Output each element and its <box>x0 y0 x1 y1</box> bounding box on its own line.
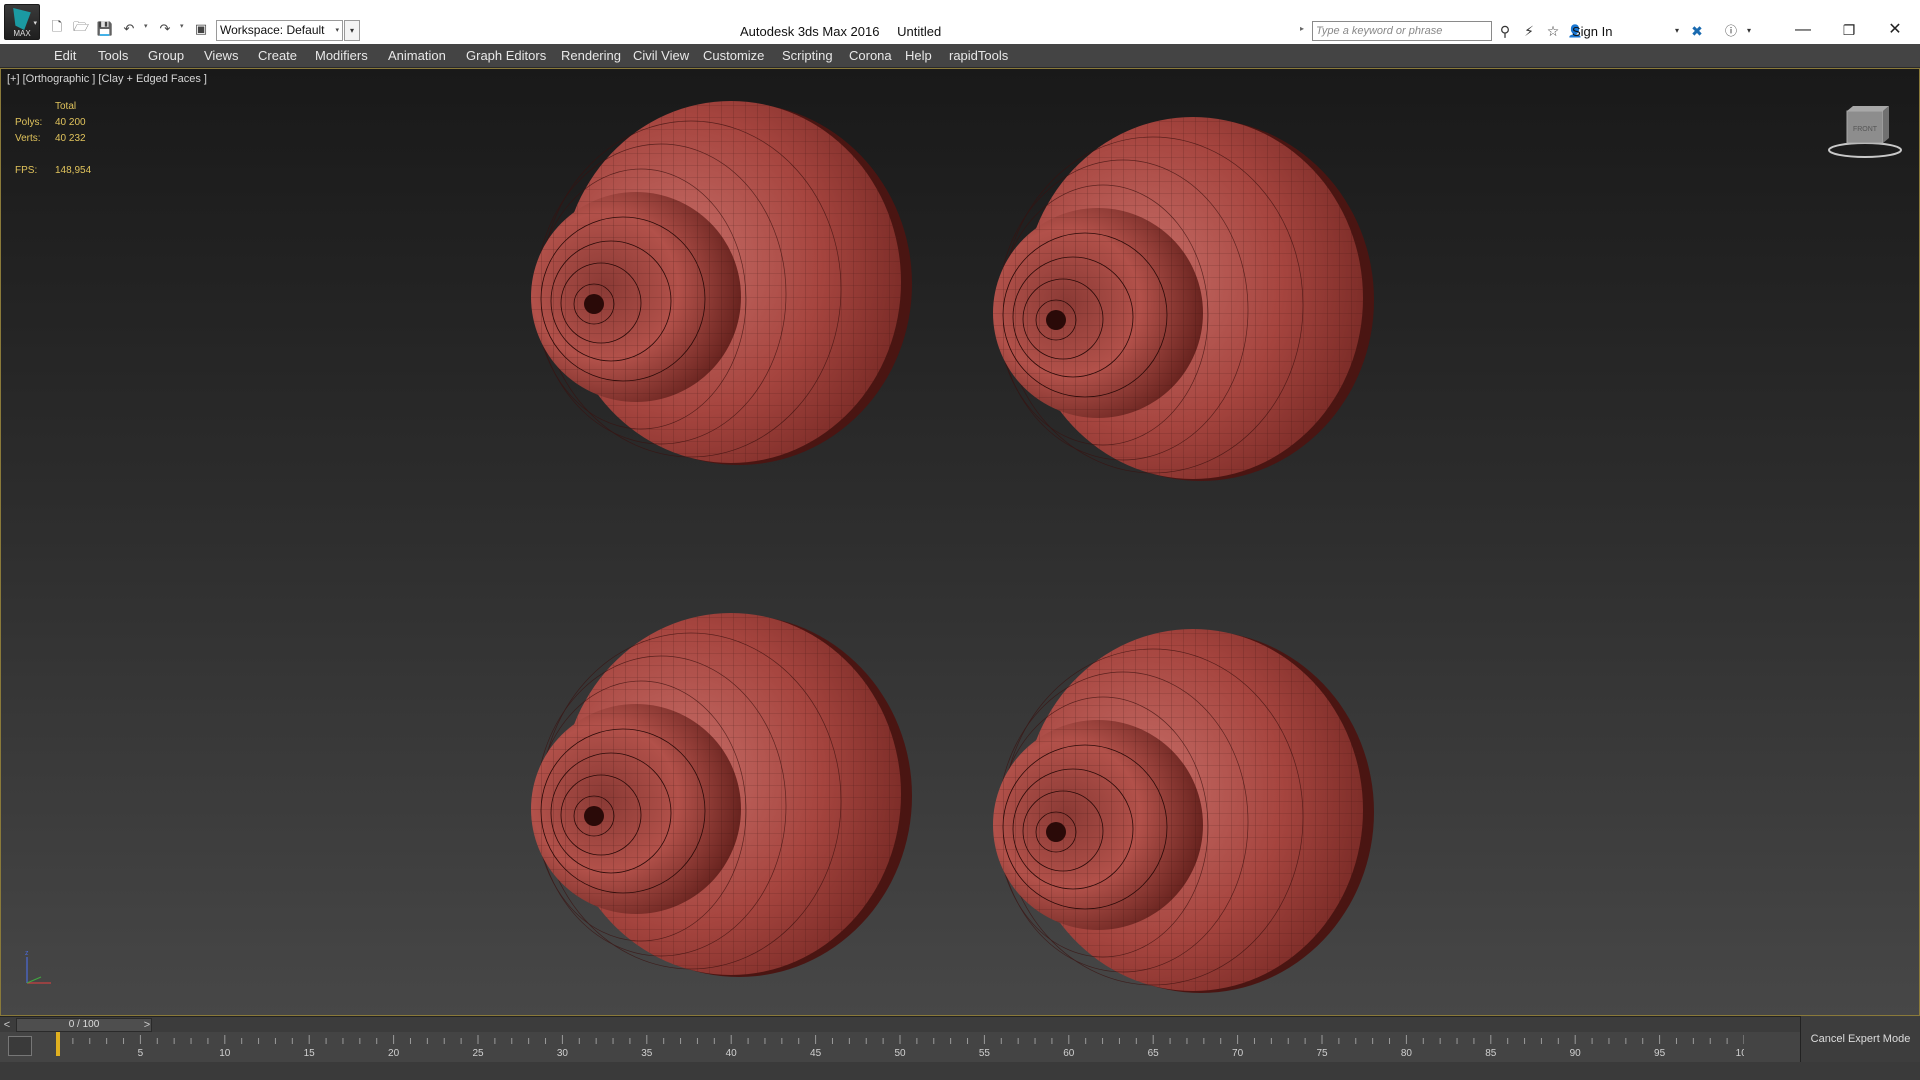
ruler-label: 95 <box>1654 1048 1666 1059</box>
next-frame-button[interactable]: > <box>140 1017 154 1033</box>
menu-rapidtools[interactable]: rapidTools <box>949 48 1008 63</box>
verts-value: 40 232 <box>55 133 86 144</box>
menu-help[interactable]: Help <box>905 48 932 63</box>
ruler-label: 70 <box>1232 1048 1244 1059</box>
chevron-down-icon: ▾ <box>335 27 339 34</box>
app-name: Autodesk 3ds Max 2016 <box>740 24 880 39</box>
new-file-icon[interactable]: 🗋 <box>48 19 66 38</box>
ruler-label: 25 <box>472 1048 484 1059</box>
ruler-label: 5 <box>138 1048 144 1059</box>
menu-bar: Edit Tools Group Views Create Modifiers … <box>0 44 1920 68</box>
track-bar[interactable]: 0510152025303540455055606570758085909510… <box>0 1032 1800 1062</box>
menu-views[interactable]: Views <box>204 48 238 63</box>
redo-icon[interactable]: ↷ <box>156 20 174 38</box>
binoculars-icon[interactable]: ⚲ <box>1496 22 1514 40</box>
document-name: Untitled <box>897 24 942 39</box>
current-frame-marker[interactable] <box>56 1032 60 1056</box>
ruler-label: 30 <box>557 1048 569 1059</box>
search-input[interactable]: Type a keyword or phrase <box>1312 21 1492 41</box>
verts-label: Verts: <box>15 133 41 144</box>
application-menu-button[interactable]: MAX ▾ <box>4 4 40 40</box>
ruler-label: 45 <box>810 1048 822 1059</box>
status-strip <box>0 1062 1920 1080</box>
menu-rendering[interactable]: Rendering <box>561 48 621 63</box>
ruler-label: 65 <box>1148 1048 1160 1059</box>
star-icon[interactable]: ☆ <box>1544 22 1562 40</box>
menu-corona[interactable]: Corona <box>849 48 892 63</box>
ruler-label: 50 <box>894 1048 906 1059</box>
mini-curve-editor-icon[interactable] <box>8 1036 32 1056</box>
knob-object-3[interactable] <box>531 613 912 977</box>
minimize-button[interactable]: — <box>1788 18 1818 42</box>
undo-dropdown-icon[interactable]: ▾ <box>144 22 148 30</box>
window-title: Autodesk 3ds Max 2016 Untitled <box>740 24 955 39</box>
ruler-label: 40 <box>726 1048 738 1059</box>
polys-label: Polys: <box>15 117 43 128</box>
menu-scripting[interactable]: Scripting <box>782 48 833 63</box>
max-logo-icon <box>13 8 31 30</box>
menu-modifiers[interactable]: Modifiers <box>315 48 368 63</box>
ruler-label: 85 <box>1485 1048 1497 1059</box>
ruler-label: 35 <box>641 1048 653 1059</box>
ruler-label: 20 <box>388 1048 400 1059</box>
chevron-down-icon: ▾ <box>33 20 37 27</box>
close-button[interactable]: ✕ <box>1880 18 1910 42</box>
menu-group[interactable]: Group <box>148 48 184 63</box>
title-bar: MAX ▾ 🗋 🗁 💾 ↶ ▾ ↷ ▾ ▣ Workspace: Default… <box>0 0 1920 44</box>
menu-tools[interactable]: Tools <box>98 48 128 63</box>
menu-graph-editors[interactable]: Graph Editors <box>466 48 546 63</box>
ruler-label: 75 <box>1316 1048 1328 1059</box>
knob-object-2[interactable] <box>993 117 1374 481</box>
scene-objects[interactable] <box>1 69 1920 1017</box>
stats-header: Total <box>55 101 77 112</box>
help-icon[interactable]: ⓘ <box>1722 22 1740 40</box>
menu-create[interactable]: Create <box>258 48 297 63</box>
fps-value: 148,954 <box>55 165 92 176</box>
knob-object-4[interactable] <box>993 629 1374 993</box>
ruler-label: 100 <box>1736 1048 1744 1059</box>
chevron-down-icon[interactable]: ▾ <box>1668 22 1686 40</box>
help-dropdown-icon[interactable]: ▾ <box>1740 22 1758 40</box>
undo-icon[interactable]: ↶ <box>120 20 138 38</box>
search-expand-icon[interactable]: ▸ <box>1300 24 1304 33</box>
logo-text: MAX <box>13 29 31 38</box>
previous-frame-button[interactable]: < <box>0 1017 14 1033</box>
menu-civil-view[interactable]: Civil View <box>633 48 689 63</box>
time-slider[interactable]: < 0 / 100 > <box>0 1016 1800 1032</box>
menu-edit[interactable]: Edit <box>54 48 76 63</box>
workspace-label: Workspace: Default <box>220 23 325 37</box>
ruler-label: 60 <box>1063 1048 1075 1059</box>
menu-customize[interactable]: Customize <box>703 48 764 63</box>
restore-button[interactable]: ❐ <box>1834 18 1864 42</box>
viewport-label-menu[interactable]: [+] [Orthographic ] [Clay + Edged Faces … <box>7 73 207 85</box>
menu-animation[interactable]: Animation <box>388 48 446 63</box>
workspace-dropdown[interactable]: Workspace: Default ▾ <box>216 20 343 41</box>
viewcube-face-label: FRONT <box>1853 126 1878 133</box>
ruler-label: 10 <box>219 1048 231 1059</box>
exchange-x-icon[interactable]: ✖ <box>1688 22 1706 40</box>
time-slider-thumb[interactable]: 0 / 100 <box>16 1018 152 1032</box>
satellite-icon[interactable]: ⚡ <box>1520 22 1538 40</box>
fps-label: FPS: <box>15 165 38 176</box>
ruler-label: 15 <box>304 1048 316 1059</box>
ruler-label: 90 <box>1570 1048 1582 1059</box>
axis-tripod-icon: z <box>25 950 51 984</box>
timeline-ruler[interactable]: 0510152025303540455055606570758085909510… <box>56 1032 1744 1062</box>
redo-dropdown-icon[interactable]: ▾ <box>180 22 184 30</box>
save-icon[interactable]: 💾 <box>96 20 114 38</box>
project-folder-icon[interactable]: ▣ <box>192 20 210 38</box>
open-icon[interactable]: 🗁 <box>72 19 90 38</box>
customize-toolbar-icon[interactable]: ▾ <box>344 20 360 41</box>
sign-in-button[interactable]: Sign In <box>1572 24 1612 39</box>
knob-object-1[interactable] <box>531 101 912 465</box>
viewport-orthographic[interactable]: [+] [Orthographic ] [Clay + Edged Faces … <box>0 68 1920 1016</box>
cancel-expert-mode-button[interactable]: Cancel Expert Mode <box>1800 1016 1920 1062</box>
viewcube-icon[interactable]: FRONT <box>1827 103 1903 163</box>
ruler-label: 80 <box>1401 1048 1413 1059</box>
svg-text:z: z <box>25 950 29 957</box>
polys-value: 40 200 <box>55 117 86 128</box>
ruler-label: 55 <box>979 1048 991 1059</box>
